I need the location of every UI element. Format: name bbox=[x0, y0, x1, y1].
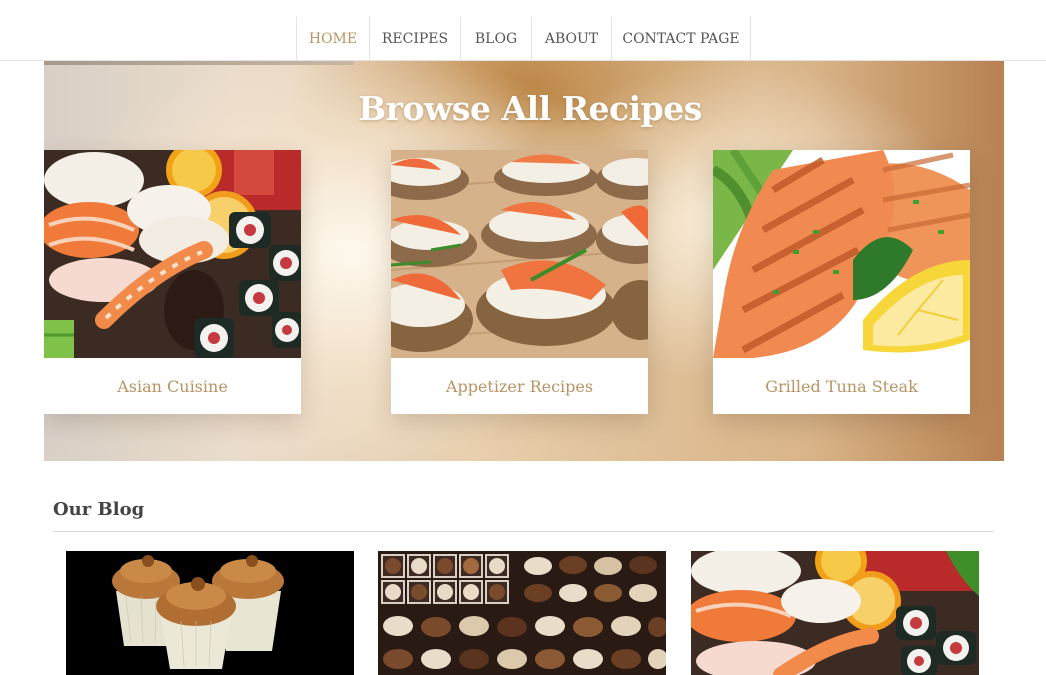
nav-item-recipes[interactable]: RECIPES bbox=[370, 17, 461, 61]
blog-thumbnail-chocolates[interactable] bbox=[378, 551, 666, 675]
nav-item-about[interactable]: ABOUT bbox=[532, 17, 612, 61]
recipe-card-asian-cuisine[interactable]: Asian Cuisine bbox=[44, 150, 301, 414]
nav-menu: HOME RECIPES BLOG ABOUT CONTACT PAGE bbox=[296, 17, 751, 61]
blog-divider bbox=[53, 531, 994, 532]
hero-banner: Browse All Recipes Asian Cuisine Appetiz… bbox=[44, 61, 1004, 461]
top-navigation: HOME RECIPES BLOG ABOUT CONTACT PAGE bbox=[0, 0, 1046, 61]
nav-item-home[interactable]: HOME bbox=[297, 17, 370, 61]
hero-title: Browse All Recipes bbox=[358, 89, 702, 128]
card-label-asian-cuisine[interactable]: Asian Cuisine bbox=[44, 358, 301, 414]
sushi-platter-image[interactable] bbox=[44, 150, 301, 358]
caramel-cupcakes-image bbox=[66, 551, 354, 675]
blog-thumbnail-sushi[interactable] bbox=[691, 551, 979, 675]
card-label-appetizer-recipes[interactable]: Appetizer Recipes bbox=[391, 358, 648, 414]
blog-section-heading: Our Blog bbox=[53, 499, 145, 520]
blog-thumbnail-cupcakes[interactable] bbox=[66, 551, 354, 675]
grilled-salmon-lemon-image[interactable] bbox=[713, 150, 970, 358]
recipe-card-appetizer-recipes[interactable]: Appetizer Recipes bbox=[391, 150, 648, 414]
card-label-grilled-tuna-steak[interactable]: Grilled Tuna Steak bbox=[713, 358, 970, 414]
nav-item-contact-page[interactable]: CONTACT PAGE bbox=[612, 17, 751, 61]
salmon-canapes-image[interactable] bbox=[391, 150, 648, 358]
slider-progress-strip bbox=[44, 61, 354, 65]
chocolate-box-image bbox=[378, 551, 666, 675]
recipe-card-grilled-tuna-steak[interactable]: Grilled Tuna Steak bbox=[713, 150, 970, 414]
sushi-platter-image bbox=[691, 551, 979, 675]
nav-item-blog[interactable]: BLOG bbox=[461, 17, 532, 61]
